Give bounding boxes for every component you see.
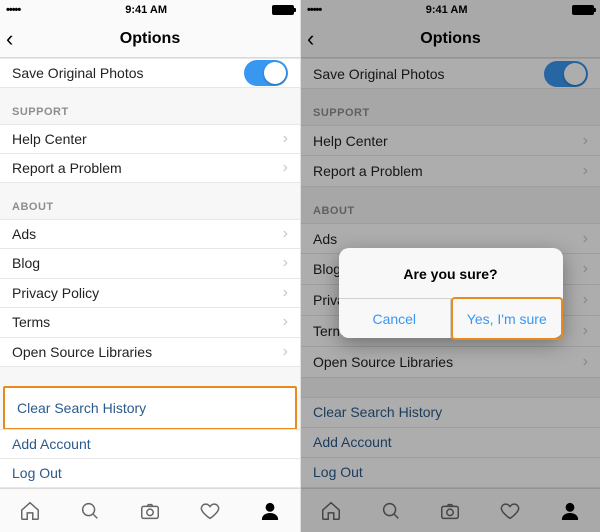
row-label: Terms	[12, 314, 50, 330]
status-bar: ••••• 9:41 AM	[0, 0, 300, 20]
row-label: Open Source Libraries	[12, 344, 152, 360]
chevron-right-icon: ›	[283, 313, 288, 331]
row-add-account[interactable]: Add Account	[0, 429, 300, 459]
alert-title: Are you sure?	[339, 248, 563, 298]
home-icon[interactable]	[18, 499, 42, 523]
row-save-original-photos[interactable]: Save Original Photos	[0, 58, 300, 88]
nav-bar: ‹ Options	[0, 20, 300, 58]
signal-dots: •••••	[6, 4, 20, 16]
heart-icon[interactable]	[198, 499, 222, 523]
chevron-right-icon: ›	[283, 284, 288, 302]
row-label: Ads	[12, 226, 36, 242]
row-label: Log Out	[12, 465, 62, 481]
chevron-right-icon: ›	[283, 130, 288, 148]
row-report-problem[interactable]: Report a Problem ›	[0, 154, 300, 184]
highlight-clear-search: Clear Search History	[3, 386, 297, 430]
confirm-button[interactable]: Yes, I'm sure	[450, 299, 563, 338]
camera-icon[interactable]	[138, 499, 162, 523]
row-label: Save Original Photos	[12, 65, 144, 81]
chevron-right-icon: ›	[283, 225, 288, 243]
cancel-button[interactable]: Cancel	[339, 299, 451, 338]
row-label: Privacy Policy	[12, 285, 99, 301]
profile-icon[interactable]	[258, 499, 282, 523]
tab-bar	[0, 488, 300, 532]
row-log-out[interactable]: Log Out	[0, 458, 300, 488]
section-header-about: ABOUT	[0, 183, 300, 219]
status-time: 9:41 AM	[125, 4, 167, 16]
chevron-right-icon: ›	[283, 343, 288, 361]
row-open-source[interactable]: Open Source Libraries ›	[0, 338, 300, 368]
scroll-content: Save Original Photos SUPPORT Help Center…	[0, 58, 300, 488]
page-title: Options	[0, 30, 300, 48]
row-label: Add Account	[12, 436, 91, 452]
right-screen: ••••• 9:41 AM ‹ Options Save Original Ph…	[300, 0, 600, 532]
button-label: Yes, I'm sure	[467, 311, 547, 327]
back-chevron-icon[interactable]: ‹	[6, 28, 13, 50]
row-ads[interactable]: Ads ›	[0, 219, 300, 249]
row-privacy-policy[interactable]: Privacy Policy ›	[0, 279, 300, 309]
row-help-center[interactable]: Help Center ›	[0, 124, 300, 154]
row-label: Blog	[12, 255, 40, 271]
highlight-confirm: Yes, I'm sure	[451, 297, 563, 340]
button-label: Cancel	[372, 311, 416, 327]
row-label: Clear Search History	[17, 400, 146, 416]
toggle-save-photos[interactable]	[244, 60, 288, 86]
chevron-right-icon: ›	[283, 254, 288, 272]
row-label: Report a Problem	[12, 160, 122, 176]
left-screen: ••••• 9:41 AM ‹ Options Save Original Ph…	[0, 0, 300, 532]
search-icon[interactable]	[78, 499, 102, 523]
section-header-support: SUPPORT	[0, 88, 300, 124]
row-label: Help Center	[12, 131, 87, 147]
battery-icon	[272, 5, 294, 15]
confirm-alert: Are you sure? Cancel Yes, I'm sure	[339, 248, 563, 338]
alert-button-row: Cancel Yes, I'm sure	[339, 298, 563, 338]
row-blog[interactable]: Blog ›	[0, 249, 300, 279]
row-clear-search-history[interactable]: Clear Search History	[5, 388, 295, 428]
toggle-knob	[264, 62, 286, 84]
chevron-right-icon: ›	[283, 159, 288, 177]
row-terms[interactable]: Terms ›	[0, 308, 300, 338]
